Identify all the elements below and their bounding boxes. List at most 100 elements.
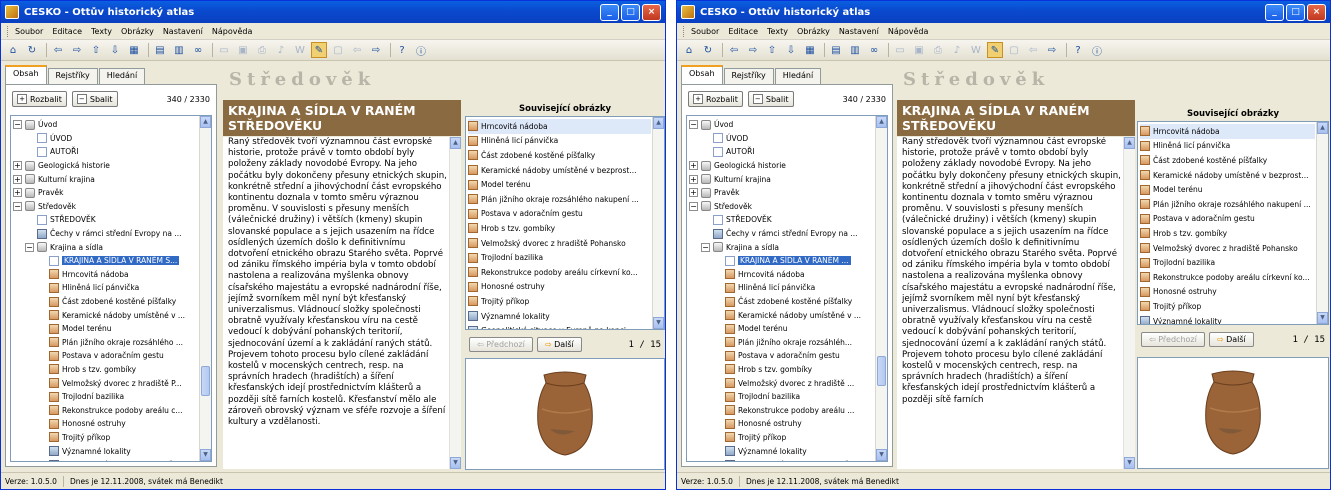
tab-search[interactable]: Hledání xyxy=(98,68,146,84)
related-item[interactable]: Keramické nádoby umístěné v bezprost... xyxy=(468,163,651,178)
related-item[interactable]: Plán jižního okraje rozsáhlého nakupení … xyxy=(468,192,651,207)
related-item[interactable]: Hrob s tzv. gombíky xyxy=(468,221,651,236)
help-icon[interactable]: ? xyxy=(1070,42,1086,58)
tree-item[interactable]: − Úvod xyxy=(11,118,199,132)
scroll-down-arrow[interactable]: ▼ xyxy=(200,449,211,461)
collapse-node-icon[interactable]: − xyxy=(13,120,22,130)
collapse-node-icon[interactable]: − xyxy=(701,242,710,252)
forward-icon[interactable]: ⇨ xyxy=(69,42,85,58)
tree-item[interactable]: + Geologická historie xyxy=(11,159,199,173)
tree-item[interactable]: ÚVOD xyxy=(11,132,199,146)
pencil-icon[interactable]: ✎ xyxy=(311,42,327,58)
related-item[interactable]: Keramické nádoby umístěné v bezprost... xyxy=(1140,168,1315,183)
expand-node-icon[interactable]: + xyxy=(13,188,22,198)
tree-item[interactable]: + Geologická historie xyxy=(687,159,875,173)
maximize-button[interactable]: □ xyxy=(621,3,640,21)
tree-item[interactable]: Trojlodní bazilika xyxy=(11,390,199,404)
related-item[interactable]: Rekonstrukce podoby areálu církevní ko..… xyxy=(1140,270,1315,285)
previous-button[interactable]: ⇦ Předchozí xyxy=(469,337,533,352)
tree-item[interactable]: − Středověk xyxy=(11,200,199,214)
related-item[interactable]: Hliněná licí pánvička xyxy=(1140,139,1315,154)
tree-item[interactable]: Model terénu xyxy=(11,322,199,336)
tree-item[interactable]: Keramické nádoby umístěné v ... xyxy=(11,308,199,322)
related-images-list[interactable]: Hrncovitá nádoba Hliněná licí pánvička Čás… xyxy=(465,116,665,330)
tab-search[interactable]: Hledání xyxy=(774,68,822,84)
related-item[interactable]: Model terénu xyxy=(1140,182,1315,197)
related-item[interactable]: Rekonstrukce podoby areálu církevní ko..… xyxy=(468,265,651,280)
copy-icon[interactable]: ▭ xyxy=(892,42,908,58)
scroll-up-arrow[interactable]: ▲ xyxy=(1124,137,1135,149)
help-icon[interactable]: ? xyxy=(394,42,410,58)
collapse-button[interactable]: − Sbalit xyxy=(71,91,118,107)
tree-item[interactable]: Hliněná licí pánvička xyxy=(687,281,875,295)
scroll-down-arrow[interactable]: ▼ xyxy=(1317,312,1328,324)
collapse-node-icon[interactable]: − xyxy=(25,242,34,252)
tree-item[interactable]: Velmožský dvorec z hradiště P... xyxy=(11,376,199,390)
related-item[interactable]: Honosné ostruhy xyxy=(1140,285,1315,300)
expand-node-icon[interactable]: + xyxy=(689,188,698,198)
tree-item[interactable]: Trojitý příkop xyxy=(11,431,199,445)
prev-page-icon[interactable]: ⇦ xyxy=(349,42,365,58)
tree-item[interactable]: Honosné ostruhy xyxy=(11,417,199,431)
tree-item[interactable]: STŘEDOVĚK xyxy=(687,213,875,227)
tree-item[interactable]: KRAJINA A SÍDLA V RANÉM ... xyxy=(687,254,875,268)
window-icon[interactable]: ▢ xyxy=(330,42,346,58)
next-page-icon[interactable]: ⇨ xyxy=(1044,42,1060,58)
sound-icon[interactable]: ♪ xyxy=(273,42,289,58)
tree-item[interactable]: + Kulturní krajina xyxy=(11,172,199,186)
tree-item[interactable]: Hliněná licí pánvička xyxy=(11,281,199,295)
scroll-thumb[interactable] xyxy=(201,366,210,396)
related-item[interactable]: Trojitý příkop xyxy=(468,294,651,309)
menu-edit[interactable]: Editace xyxy=(52,27,82,36)
tree-item[interactable]: AUTOŘI xyxy=(687,145,875,159)
close-button[interactable]: × xyxy=(1307,3,1326,21)
next-page-icon[interactable]: ⇨ xyxy=(368,42,384,58)
collapse-node-icon[interactable]: − xyxy=(689,120,698,130)
related-item[interactable]: Trojitý příkop xyxy=(1140,299,1315,314)
word-icon[interactable]: W xyxy=(292,42,308,58)
contents-tree[interactable]: − Úvod ÚVOD AUTOŘI + Geologická historie + Kult… xyxy=(686,115,888,462)
article-scrollbar[interactable]: ▲ ▼ xyxy=(449,137,461,469)
related-scrollbar[interactable]: ▲ ▼ xyxy=(652,117,664,329)
scroll-thumb[interactable] xyxy=(877,356,886,386)
tree-item[interactable]: Významné lokality xyxy=(11,444,199,458)
related-item[interactable]: Významné lokality xyxy=(1140,314,1315,324)
scroll-up-arrow[interactable]: ▲ xyxy=(200,116,211,128)
tree-item[interactable]: ÚVOD xyxy=(687,132,875,146)
next-button[interactable]: ⇨ Další xyxy=(1208,332,1254,347)
tab-contents[interactable]: Obsah xyxy=(681,65,723,84)
scroll-down-arrow[interactable]: ▼ xyxy=(653,317,664,329)
down-icon[interactable]: ⇩ xyxy=(107,42,123,58)
image-preview[interactable] xyxy=(1137,357,1329,469)
image-preview[interactable] xyxy=(465,358,665,470)
collapse-node-icon[interactable]: − xyxy=(689,201,698,211)
tree-item[interactable]: Plán jižního okraje rozsáhlého ... xyxy=(11,336,199,350)
expand-node-icon[interactable]: + xyxy=(689,161,698,171)
related-item[interactable]: Hliněná licí pánvička xyxy=(468,134,651,149)
menu-file[interactable]: Soubor xyxy=(15,27,43,36)
tree-item[interactable]: − Středověk xyxy=(687,200,875,214)
tree-item[interactable]: KRAJINA A SÍDLA V RANÉM S... xyxy=(11,254,199,268)
tree-item[interactable]: Geopolitická situace v Evropě ... xyxy=(11,458,199,461)
page-icon[interactable]: ▤ xyxy=(152,42,168,58)
pencil-icon[interactable]: ✎ xyxy=(987,42,1003,58)
tree-item[interactable]: Hrncovitá nádoba xyxy=(11,268,199,282)
info-icon[interactable]: ⓘ xyxy=(413,42,429,58)
print-icon[interactable]: ⎙ xyxy=(930,42,946,58)
menu-settings[interactable]: Nastavení xyxy=(839,27,879,36)
related-images-list[interactable]: Hrncovitá nádoba Hliněná licí pánvička Čás… xyxy=(1137,121,1329,325)
maximize-button[interactable]: □ xyxy=(1286,3,1305,21)
book-icon[interactable]: ▥ xyxy=(171,42,187,58)
menu-texts[interactable]: Texty xyxy=(91,27,112,36)
menu-images[interactable]: Obrázky xyxy=(797,27,830,36)
expand-node-icon[interactable]: + xyxy=(13,161,22,171)
up-icon[interactable]: ⇧ xyxy=(764,42,780,58)
tree-item[interactable]: + Kulturní krajina xyxy=(687,172,875,186)
scroll-up-arrow[interactable]: ▲ xyxy=(450,137,461,149)
scroll-down-arrow[interactable]: ▼ xyxy=(1124,457,1135,469)
tree-item[interactable]: − Krajina a sídla xyxy=(11,240,199,254)
word-icon[interactable]: W xyxy=(968,42,984,58)
related-item[interactable]: Geopolitická situace v Evropě na konci .… xyxy=(468,323,651,329)
tree-item[interactable]: Velmožský dvorec z hradiště ... xyxy=(687,376,875,390)
tree-item[interactable]: Hrob s tzv. gombíky xyxy=(687,363,875,377)
